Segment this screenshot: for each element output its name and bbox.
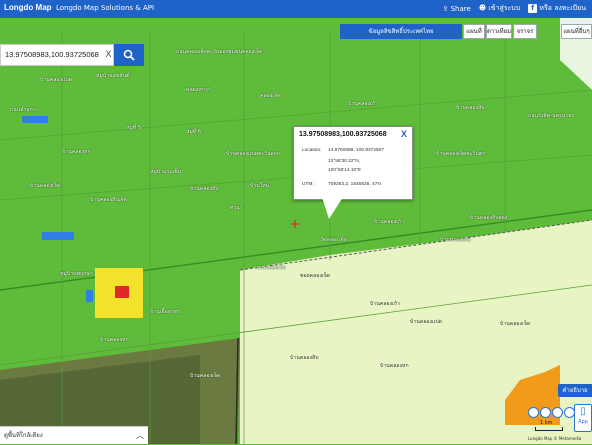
- coordinate-popup: 13.97508983,100.93725068 X Location: 13.…: [293, 126, 413, 200]
- share-label: Share: [450, 4, 471, 13]
- map-place-label[interactable]: บ้านคลองเก้า: [374, 218, 404, 226]
- register-link[interactable]: f หรือ ลงทะเบียน: [528, 3, 586, 14]
- map-place-label[interactable]: บ้านคลองเก้า: [348, 100, 378, 108]
- map-place-label[interactable]: ถนนลำลูกกา: [10, 106, 39, 114]
- location-value: 13.9750898, 100.9372507: [328, 148, 385, 153]
- map-place-label[interactable]: หมู่บ้านสุขสันต์: [96, 72, 129, 80]
- phone-icon: ▯: [580, 406, 586, 417]
- map-place-label[interactable]: บ้านคลองแปด: [40, 76, 72, 84]
- register-label: หรือ ลงทะเบียน: [539, 4, 586, 12]
- share-icon: ⇪: [442, 4, 449, 13]
- search-icon: [123, 49, 135, 61]
- signin-link[interactable]: ☻ เข้าสู่ระบบ: [479, 3, 520, 14]
- map-place-label[interactable]: บ้านคลองสิบ: [190, 185, 219, 193]
- scale-bar: [535, 427, 563, 431]
- map-place-label[interactable]: บ้านคลองหก: [380, 362, 409, 370]
- signin-label: เข้าสู่ระบบ: [488, 4, 521, 12]
- map-place-label[interactable]: หมู่ที่ 5: [126, 124, 141, 132]
- search-button[interactable]: [114, 44, 144, 66]
- map-place-label[interactable]: บ้านคลองหก: [100, 336, 129, 344]
- map-credit: Longdo Map © Metamedia: [528, 436, 582, 441]
- red-building: [115, 286, 129, 298]
- other-maps-button[interactable]: แผนที่อื่นๆ: [561, 24, 592, 39]
- nearby-label: ดูพื้นที่ใกล้เคียง: [4, 432, 43, 439]
- utm-label: UTM:: [302, 182, 314, 187]
- app-badge[interactable]: ▯ App: [574, 404, 592, 432]
- share-button[interactable]: ⇪ Share: [443, 5, 471, 13]
- dms-longitude: 100°56'14.10"E: [328, 168, 362, 173]
- zoom-control[interactable]: [528, 407, 539, 418]
- facebook-icon: f: [528, 4, 538, 13]
- chevron-up-icon: ︿: [136, 431, 144, 440]
- nearby-panel[interactable]: ดูพื้นที่ใกล้เคียง ︿: [0, 426, 148, 444]
- top-right-menu: ⇪ Share ☻ เข้าสู่ระบบ f หรือ ลงทะเบียน: [443, 3, 586, 14]
- map-place-label[interactable]: บ้านคลองสิบสอง: [470, 214, 507, 222]
- map-place-label[interactable]: หมู่บ้านพฤกษา: [60, 270, 93, 278]
- top-bar: Longdo Map Longdo Map Solutions & API ⇪ …: [0, 0, 592, 18]
- map-place-label[interactable]: บ้านคลองเจ็ด: [500, 320, 530, 328]
- map-canvas[interactable]: [0, 18, 592, 444]
- map-place-label[interactable]: บ้านใหม่: [250, 182, 269, 190]
- traffic-view-button[interactable]: จราจร: [513, 24, 537, 39]
- map-place-label[interactable]: หมู่บ้านร่มเย็น: [150, 168, 181, 176]
- map-place-label[interactable]: บ้านเอื้ออาทร: [150, 308, 180, 316]
- map-place-label[interactable]: บ้านหนองเสือ: [440, 236, 470, 244]
- map-place-label[interactable]: ชุมชนคลองเจ็ด: [228, 48, 263, 56]
- scale-label: 1 km: [540, 420, 553, 426]
- map-place-label[interactable]: บ้านคลองเจ็ดตะวันตก: [436, 150, 485, 158]
- popup-close-button[interactable]: X: [401, 129, 407, 139]
- map-place-label[interactable]: บ้านคลองสิบเอ็ด: [90, 196, 127, 204]
- map-place-label[interactable]: บ้านคลองแปดตะวันออก: [226, 150, 280, 158]
- locate-control[interactable]: [540, 407, 551, 418]
- map-place-label[interactable]: ถนนคลองเจ็ดตะวันออก: [176, 48, 229, 56]
- clear-search-button[interactable]: X: [103, 44, 114, 66]
- water-body: [22, 116, 48, 123]
- solutions-link[interactable]: Longdo Map Solutions & API: [56, 4, 154, 12]
- app-badge-label: App: [578, 419, 588, 425]
- legend-button[interactable]: คำอธิบาย: [558, 384, 592, 397]
- map-place-label[interactable]: บ้านคลองสิบ: [290, 354, 319, 362]
- water-body: [42, 232, 74, 240]
- map-place-label[interactable]: บ้านคลองเจ็ด: [30, 182, 60, 190]
- satellite-view-button[interactable]: ดาวเทียม: [486, 24, 512, 39]
- map-place-label[interactable]: บ้านคลองแปด: [410, 318, 442, 326]
- map-place-label[interactable]: คลองเจ็ด: [260, 92, 280, 100]
- map-place-label[interactable]: บ้านคลองเก้า: [370, 300, 400, 308]
- water-body: [86, 290, 93, 302]
- map-place-label[interactable]: วัดคลองเจ็ด: [320, 236, 347, 244]
- map-place-label[interactable]: ซอยคลองเจ็ด: [300, 272, 330, 280]
- map-place-label[interactable]: บ้านคลองเจ็ด: [190, 372, 220, 380]
- popup-title: 13.97508983,100.93725068: [299, 131, 387, 138]
- search-input[interactable]: 13.97508983,100.93725068: [0, 44, 114, 66]
- utm-value: 709263.2, 1545826, 47N: [328, 182, 381, 187]
- map-place-label[interactable]: หมู่ที่ 6: [186, 128, 201, 136]
- location-label: Location:: [302, 148, 322, 153]
- popup-pointer: [322, 197, 343, 219]
- map-place-label[interactable]: ถนนคลองเจ็ด: [255, 264, 286, 272]
- map-place-label[interactable]: บ้านคลองหก: [62, 148, 91, 156]
- map-place-label[interactable]: คลองหกวา: [186, 86, 211, 94]
- layer-select[interactable]: ข้อมูลลิขสิทธิ์ประเทศไทย: [340, 24, 462, 39]
- measure-control[interactable]: [552, 407, 563, 418]
- map-place-label[interactable]: ถนนรังสิต-นครนายก: [528, 112, 574, 120]
- longdo-logo[interactable]: Longdo Map: [4, 3, 52, 12]
- map-view-button[interactable]: แผนที่: [463, 24, 485, 39]
- user-icon: ☻: [478, 4, 487, 12]
- map-place-label[interactable]: บ้านคลองสิบ: [456, 104, 485, 112]
- dms-latitude: 13°58'30.32"N,: [328, 159, 361, 164]
- map-place-label[interactable]: ทุ่งนา: [230, 204, 242, 212]
